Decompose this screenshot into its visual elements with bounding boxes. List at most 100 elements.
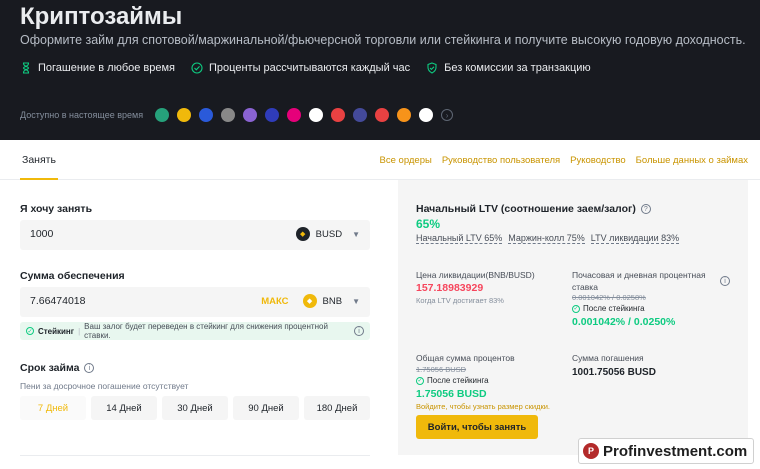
chevron-down-icon: ▼ xyxy=(352,296,360,306)
login-to-borrow-button[interactable]: Войти, чтобы занять xyxy=(416,415,538,439)
borrow-amount-value[interactable]: 1000 xyxy=(30,228,53,240)
divider: | xyxy=(78,326,81,336)
max-button[interactable]: МАКС xyxy=(261,296,288,307)
after-staking-label: ✓ После стейкинга xyxy=(416,376,489,385)
nav-links: Все ордеры Руководство пользователя Руко… xyxy=(380,140,748,180)
repayment-label: Сумма погашения xyxy=(572,353,644,363)
ltv-liquidation[interactable]: LTV ликвидации 83% xyxy=(590,233,680,244)
coin-icon-5 xyxy=(243,108,258,122)
tether-coin-icon xyxy=(155,108,170,122)
login-discount-note[interactable]: Войдите, чтобы узнать размер скидки. xyxy=(416,402,550,411)
polkadot-coin-icon xyxy=(287,108,302,122)
profinvestment-logo-icon: P xyxy=(583,443,599,459)
available-coins: Доступно в настоящее время › xyxy=(20,108,454,122)
total-interest-new: 1.75056 BUSD xyxy=(416,388,487,400)
term-option-14[interactable]: 14 Дней xyxy=(91,396,157,420)
liquidation-price-note: Когда LTV достигает 83% xyxy=(416,296,504,305)
staking-note: Ваш залог будет переведен в стейкинг для… xyxy=(84,322,328,340)
term-option-30[interactable]: 30 Дней xyxy=(162,396,228,420)
top-nav: Занять Все ордеры Руководство пользовате… xyxy=(0,140,760,180)
loan-term-note: Пени за досрочное погашение отсутствует xyxy=(20,381,189,391)
loan-term-label: Срок займа i xyxy=(20,362,95,374)
coin-icon-10 xyxy=(353,108,368,122)
term-option-180[interactable]: 180 Дней xyxy=(304,396,370,420)
check-circle-icon: ✓ xyxy=(572,304,580,313)
link-user-guide[interactable]: Руководство пользователя xyxy=(442,155,560,166)
page-subtitle: Оформите займ для спотовой/маржинальной/… xyxy=(20,33,746,47)
chainlink-coin-icon xyxy=(199,108,214,122)
link-guide[interactable]: Руководство xyxy=(570,155,626,166)
ltv-title: Начальный LTV (соотношение заем/залог) ? xyxy=(416,203,651,215)
liquidation-price-value: 157.18983929 xyxy=(416,282,484,294)
busd-coin-icon: ◆ xyxy=(295,227,310,241)
staking-label: Стейкинг xyxy=(37,326,75,336)
avalanche-coin-icon xyxy=(375,108,390,122)
term-option-7[interactable]: 7 Дней xyxy=(20,396,86,420)
info-icon[interactable]: i xyxy=(354,326,364,336)
collateral-label: Сумма обеспечения xyxy=(20,270,125,282)
borrow-token-select[interactable]: ◆ BUSD ▼ xyxy=(295,227,360,241)
loan-term-options: 7 Дней 14 Дней 30 Дней 90 Дней 180 Дней xyxy=(20,396,370,420)
hero-banner: Криптозаймы Оформите займ для спотовой/м… xyxy=(0,0,760,140)
page-title: Криптозаймы xyxy=(20,3,183,30)
divider xyxy=(20,455,370,456)
total-interest-label: Общая сумма процентов xyxy=(416,353,515,363)
coin-icon-12 xyxy=(397,108,412,122)
ltv-value: 65% xyxy=(416,217,441,231)
info-icon[interactable]: i xyxy=(84,363,95,373)
feature-item: Без комиссии за транзакцию xyxy=(426,62,591,74)
bnb-coin-icon xyxy=(177,108,192,122)
coin-icon-4 xyxy=(221,108,236,122)
borrow-token-label: BUSD xyxy=(315,228,343,240)
borrow-label: Я хочу занять xyxy=(20,203,93,215)
feature-label: Проценты рассчитываются каждый час xyxy=(209,62,411,74)
term-option-90[interactable]: 90 Дней xyxy=(233,396,299,420)
chevron-down-icon: ▼ xyxy=(352,229,360,239)
staking-notice: ✓ Стейкинг | Ваш залог будет переведен в… xyxy=(20,322,370,340)
tab-borrow[interactable]: Занять xyxy=(20,140,58,180)
watermark: P Profinvestment.com xyxy=(578,438,754,464)
interest-rate-new: 0.001042% / 0.0250% xyxy=(572,316,676,328)
borrow-amount-input[interactable]: 1000 ◆ BUSD ▼ xyxy=(20,220,370,250)
feature-item: Проценты рассчитываются каждый час xyxy=(191,62,410,74)
interest-rate-old: 0.001042% / 0.0258% xyxy=(572,293,646,302)
ltv-margin-call[interactable]: Маржин-колл 75% xyxy=(508,233,585,244)
check-circle-icon: ✓ xyxy=(416,376,424,385)
collateral-amount-value[interactable]: 7.66474018 xyxy=(30,295,85,307)
coin-list xyxy=(155,108,434,122)
after-staking-label: ✓ После стейкинга xyxy=(572,304,645,313)
hourglass-icon xyxy=(22,62,30,74)
watermark-text: Profinvestment.com xyxy=(603,442,748,460)
available-label: Доступно в настоящее время xyxy=(20,110,144,120)
repayment-value: 1001.75056 BUSD xyxy=(572,367,656,378)
collateral-amount-input[interactable]: 7.66474018 МАКС ◆ BNB ▼ xyxy=(20,287,370,317)
collateral-token-select[interactable]: МАКС ◆ BNB ▼ xyxy=(261,294,360,308)
after-staking-text: После стейкинга xyxy=(427,376,489,385)
ltv-initial[interactable]: Начальный LTV 65% xyxy=(416,233,503,244)
check-circle-icon xyxy=(191,62,203,74)
check-circle-icon: ✓ xyxy=(26,327,34,335)
ltv-levels: Начальный LTV 65% Маржин-колл 75% LTV ли… xyxy=(416,233,680,244)
arrow-right-icon[interactable]: › xyxy=(441,109,454,121)
after-staking-text: После стейкинга xyxy=(583,304,645,313)
feature-label: Погашение в любое время xyxy=(38,62,176,74)
collateral-token-label: BNB xyxy=(322,295,343,307)
coin-icon-8 xyxy=(309,108,324,122)
total-interest-old: 1.75056 BUSD xyxy=(416,365,467,374)
link-more-loan-data[interactable]: Больше данных о займах xyxy=(636,155,748,166)
shield-check-icon xyxy=(427,62,437,74)
liquidation-price-label: Цена ликвидации(BNB/BUSD) xyxy=(416,270,535,280)
bnb-coin-icon: ◆ xyxy=(302,294,317,308)
info-icon[interactable]: i xyxy=(720,276,730,286)
interest-rate-label: Почасовая и дневная процентная ставка xyxy=(572,270,706,292)
loan-summary-panel: Начальный LTV (соотношение заем/залог) ?… xyxy=(398,180,748,455)
coin-icon-9 xyxy=(331,108,346,122)
link-all-orders[interactable]: Все ордеры xyxy=(380,155,432,166)
ltv-title-text: Начальный LTV (соотношение заем/залог) xyxy=(416,203,636,215)
feature-label: Без комиссии за транзакцию xyxy=(444,62,591,74)
help-icon[interactable]: ? xyxy=(640,204,651,214)
coin-icon-6 xyxy=(265,108,280,122)
feature-list: Погашение в любое время Проценты рассчит… xyxy=(20,62,591,74)
feature-item: Погашение в любое время xyxy=(20,62,175,74)
loan-term-text: Срок займа xyxy=(20,362,80,374)
